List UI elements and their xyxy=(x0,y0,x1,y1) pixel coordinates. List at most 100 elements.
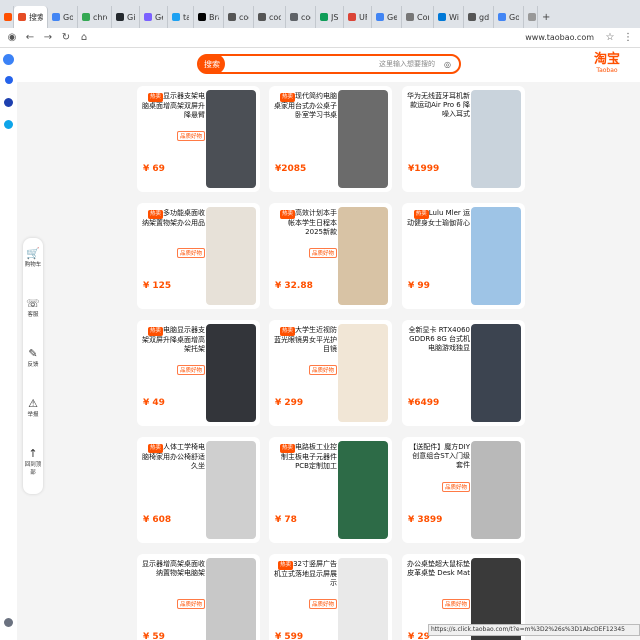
tab-favicon-icon xyxy=(82,13,90,21)
product-image[interactable] xyxy=(206,324,256,422)
product-price: ¥ 608 xyxy=(143,515,172,525)
product-title[interactable]: 热卖 32寸竖屏广告机立式落地显示屏展示 xyxy=(273,560,337,588)
tab-12[interactable]: UFO xyxy=(344,6,372,28)
browser-toolbar: ◉ ← → ↻ ⌂ www.taobao.com ☆ ⋮ xyxy=(0,28,640,48)
tab-11[interactable]: JSK xyxy=(316,6,344,28)
product-image[interactable] xyxy=(338,90,388,188)
tab-8[interactable]: codeb xyxy=(224,6,254,28)
tab-6[interactable]: tap xyxy=(168,6,194,28)
product-title[interactable]: 热卖 人体工学椅电脑椅家用办公椅舒适久坐 xyxy=(141,443,205,471)
star-icon[interactable]: ☆ xyxy=(604,32,616,44)
product-title[interactable]: 显示器增高架桌面收纳置物架电脑架 xyxy=(141,560,205,578)
search-button[interactable]: 搜索 xyxy=(199,54,225,74)
product-title[interactable]: 【送配件】魔方DIY创意组合ST入门级套件 xyxy=(406,443,470,470)
product-title[interactable]: 热卖 电脑显示器支架双屏升降桌面增高架托架 xyxy=(141,326,205,354)
refresh-icon[interactable]: ↻ xyxy=(60,32,72,44)
tab-4[interactable]: GitHub xyxy=(112,6,140,28)
tab-label: codelon xyxy=(269,12,281,22)
product-card[interactable]: 热卖 电路板工业控制主板电子元器件PCB定制加工 ¥ 78 xyxy=(269,437,392,543)
tab-5[interactable]: Gen xyxy=(140,6,168,28)
tab-9[interactable]: codelon xyxy=(254,6,286,28)
floatbar-item[interactable]: ☏ 客服 xyxy=(23,297,43,319)
product-card[interactable]: 【送配件】魔方DIY创意组合ST入门级套件 品质好物 ¥ 3899 xyxy=(402,437,525,543)
product-title[interactable]: 华为无线蓝牙耳机新款运动Air Pro 6 降噪入耳式 xyxy=(406,92,470,119)
product-card[interactable]: 热卖 大学生近视防蓝光眼镜男女平光护目镜 品质好物 ¥ 299 xyxy=(269,320,392,426)
collections-icon[interactable] xyxy=(4,120,13,129)
product-title[interactable]: 热卖 大学生近视防蓝光眼镜男女平光护目镜 xyxy=(273,326,337,354)
tab-17[interactable]: Google xyxy=(494,6,524,28)
tab-7[interactable]: Brand xyxy=(194,6,224,28)
taobao-logo[interactable]: 淘宝 Taobao xyxy=(594,53,620,75)
search-icon[interactable] xyxy=(5,76,13,84)
tab-1[interactable]: 搜索 xyxy=(14,6,48,28)
settings-icon[interactable] xyxy=(4,618,13,627)
back-icon[interactable]: ← xyxy=(24,32,36,44)
product-image[interactable] xyxy=(206,207,256,305)
tab-favicon-icon xyxy=(528,13,536,21)
product-image[interactable] xyxy=(206,558,256,640)
product-card[interactable]: 热卖 电脑显示器支架双屏升降桌面增高架托架 品质好物 ¥ 49 xyxy=(137,320,260,426)
camera-icon[interactable]: ◎ xyxy=(444,60,451,69)
tab-16[interactable]: gdeds xyxy=(464,6,494,28)
product-tag-label: 品质好物 xyxy=(308,599,337,609)
product-image[interactable] xyxy=(338,441,388,539)
product-image[interactable] xyxy=(471,90,521,188)
product-title[interactable]: 热卖 Lulu Mler 运动健身女士瑜伽背心 xyxy=(406,209,470,228)
tab-0[interactable]: X xyxy=(0,6,14,28)
floatbar-item[interactable]: 🛒 购物车 xyxy=(23,248,43,269)
product-image[interactable] xyxy=(206,441,256,539)
product-card[interactable]: 热卖 多功能桌面收纳架置物架办公用品 品质好物 ¥ 125 xyxy=(137,203,260,309)
home-icon[interactable]: ⌂ xyxy=(78,32,90,44)
product-image[interactable] xyxy=(206,90,256,188)
forward-icon[interactable]: → xyxy=(42,32,54,44)
tab-15[interactable]: Wind xyxy=(434,6,464,28)
tab-2[interactable]: Google xyxy=(48,6,78,28)
copilot-icon[interactable] xyxy=(3,54,14,65)
tab-3[interactable]: chrome xyxy=(78,6,112,28)
product-title[interactable]: 办公桌垫超大鼠标垫皮革桌垫 Desk Mat xyxy=(406,560,470,578)
product-title[interactable]: 热卖 现代简约电脑桌家用台式办公桌子卧室学习书桌 xyxy=(273,92,337,120)
tab-favicon-icon xyxy=(468,13,476,21)
floatbar-item[interactable]: ↑ 回到顶部 xyxy=(23,448,43,477)
address-bar[interactable]: www.taobao.com xyxy=(96,31,598,45)
product-image[interactable] xyxy=(471,324,521,422)
product-card[interactable]: 显示器增高架桌面收纳置物架电脑架 品质好物 ¥ 59 xyxy=(137,554,260,640)
headset-icon: ☏ xyxy=(26,297,40,310)
product-image[interactable] xyxy=(471,441,521,539)
product-title[interactable]: 热卖 多功能桌面收纳架置物架办公用品 xyxy=(141,209,205,228)
taobao-page: 搜索 这里输入想要搜的 ◎ 淘宝 Taobao 华为无线蓝牙耳机新款运动Air … xyxy=(17,48,640,640)
product-title[interactable]: 热卖 显示器支架电脑桌面增高架双屏升降悬臂 xyxy=(141,92,205,120)
product-card[interactable]: 热卖 现代简约电脑桌家用台式办公桌子卧室学习书桌 ¥2085 xyxy=(269,86,392,192)
product-image[interactable] xyxy=(338,207,388,305)
tab-favicon-icon xyxy=(438,13,446,21)
product-image[interactable] xyxy=(338,558,388,640)
tab-14[interactable]: Comput xyxy=(402,6,434,28)
product-card[interactable]: 热卖 Lulu Mler 运动健身女士瑜伽背心 ¥ 99 xyxy=(402,203,525,309)
extensions-icon[interactable]: ⋮ xyxy=(622,32,634,44)
tab-favicon-icon xyxy=(228,13,236,21)
floatbar-item[interactable]: ⚠ 举报 xyxy=(23,398,43,419)
product-title[interactable]: 全新显卡 RTX4060 GDDR6 8G 台式机电脑游戏独显 xyxy=(406,326,470,353)
tab-10[interactable]: codelo xyxy=(286,6,316,28)
new-tab-icon[interactable]: + xyxy=(538,6,554,28)
product-image[interactable] xyxy=(338,324,388,422)
product-card[interactable]: 热卖 高效计划本手帐本学生日程本2025新款 品质好物 ¥ 32.88 xyxy=(269,203,392,309)
shopping-icon[interactable] xyxy=(4,98,13,107)
tab-13[interactable]: Gemi xyxy=(372,6,402,28)
product-title[interactable]: 热卖 电路板工业控制主板电子元器件PCB定制加工 xyxy=(273,443,337,471)
floatbar-item[interactable]: ✎ 反馈 xyxy=(23,348,43,369)
tab-18[interactable] xyxy=(524,6,538,28)
product-card[interactable]: 热卖 人体工学椅电脑椅家用办公椅舒适久坐 ¥ 608 xyxy=(137,437,260,543)
product-tag: 品质好物 xyxy=(406,598,470,609)
product-title[interactable]: 热卖 高效计划本手帐本学生日程本2025新款 xyxy=(273,209,337,237)
hot-badge: 热卖 xyxy=(147,327,163,336)
product-price: ¥ 32.88 xyxy=(275,281,313,291)
product-card[interactable]: 华为无线蓝牙耳机新款运动Air Pro 6 降噪入耳式 ¥1999 xyxy=(402,86,525,192)
product-tag-label: 品质好物 xyxy=(441,599,470,609)
product-card[interactable]: 热卖 显示器支架电脑桌面增高架双屏升降悬臂 品质好物 ¥ 69 xyxy=(137,86,260,192)
product-image[interactable] xyxy=(471,207,521,305)
product-card[interactable]: 热卖 32寸竖屏广告机立式落地显示屏展示 品质好物 ¥ 599 xyxy=(269,554,392,640)
profile-icon[interactable]: ◉ xyxy=(6,32,18,44)
product-card[interactable]: 全新显卡 RTX4060 GDDR6 8G 台式机电脑游戏独显 ¥6499 xyxy=(402,320,525,426)
search-box[interactable]: 搜索 这里输入想要搜的 ◎ xyxy=(197,54,461,74)
